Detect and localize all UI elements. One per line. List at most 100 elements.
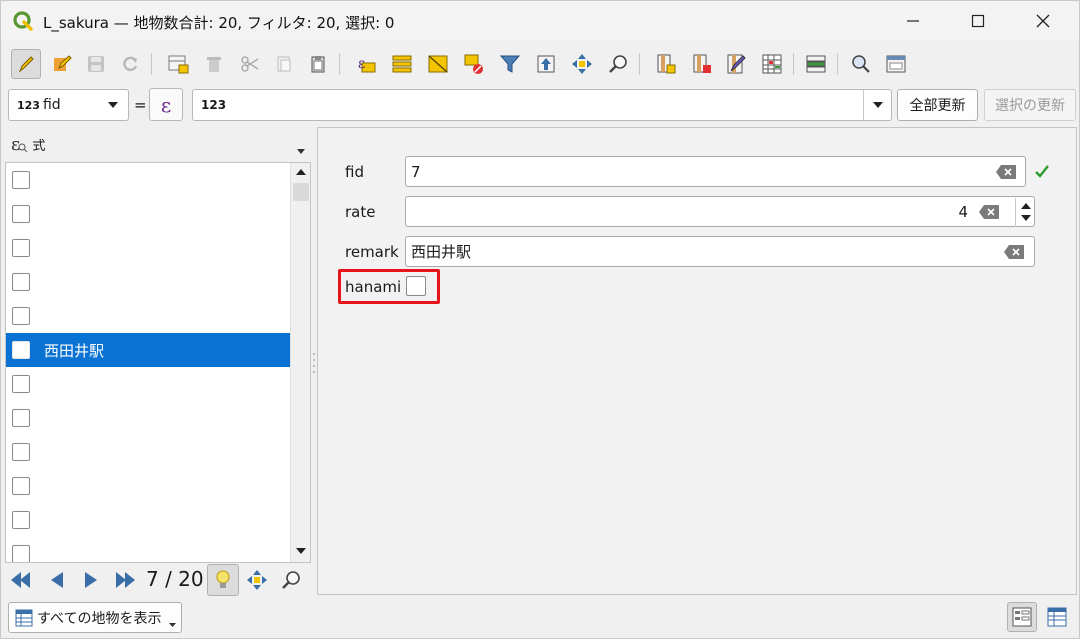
save-edits-button[interactable]: [81, 49, 111, 79]
scroll-up-button[interactable]: [291, 163, 310, 181]
minimize-button[interactable]: [881, 1, 945, 41]
dock-attribute-table-button[interactable]: [881, 49, 911, 79]
svg-text:ε: ε: [358, 56, 365, 72]
zoom-icon: [609, 55, 627, 73]
list-item[interactable]: [6, 197, 290, 231]
select-all-button[interactable]: [387, 49, 417, 79]
table-view-button[interactable]: [1042, 602, 1072, 632]
clear-icon[interactable]: [995, 164, 1017, 180]
list-item-checkbox[interactable]: [12, 205, 30, 223]
table-icon: [15, 609, 33, 627]
highlight-feature-button[interactable]: [207, 564, 239, 596]
feature-list[interactable]: 西田井駅: [5, 162, 311, 563]
chevron-down-icon: [297, 149, 305, 154]
deselect-all-button[interactable]: [459, 49, 489, 79]
list-item-checkbox[interactable]: [12, 171, 30, 189]
field-calculator-icon: [727, 54, 746, 74]
list-item-checkbox[interactable]: [12, 477, 30, 495]
spin-up-icon[interactable]: [1021, 203, 1031, 209]
copy-button[interactable]: [269, 49, 299, 79]
list-item[interactable]: [6, 231, 290, 265]
conditional-formatting-button[interactable]: [757, 49, 787, 79]
field-selector[interactable]: 123 fid: [8, 89, 129, 121]
field-calculator-button[interactable]: [721, 49, 751, 79]
show-features-dropdown[interactable]: すべての地物を表示: [8, 602, 182, 633]
clear-icon[interactable]: [1003, 244, 1025, 260]
invert-selection-button[interactable]: [423, 49, 453, 79]
list-item[interactable]: [6, 265, 290, 299]
new-field-button[interactable]: [651, 49, 681, 79]
feature-counter: 7 / 20: [146, 567, 204, 591]
update-all-button[interactable]: 全部更新: [897, 89, 978, 121]
list-item-checkbox[interactable]: [12, 545, 30, 562]
next-feature-button[interactable]: [77, 566, 105, 594]
field-name: fid: [42, 97, 61, 113]
pan-icon: [572, 54, 592, 74]
zoom-map-to-selection-button[interactable]: [845, 49, 875, 79]
list-item[interactable]: [6, 469, 290, 503]
list-item[interactable]: [6, 163, 290, 197]
reload-button[interactable]: [115, 49, 145, 79]
list-item[interactable]: [6, 367, 290, 401]
table-view-icon: [1047, 607, 1067, 627]
sort-expression-header[interactable]: ε 式: [5, 127, 311, 161]
list-item[interactable]: [6, 503, 290, 537]
list-item-checkbox[interactable]: [12, 511, 30, 529]
actions-button[interactable]: [801, 49, 831, 79]
list-item-checkbox[interactable]: [12, 443, 30, 461]
list-item-checkbox[interactable]: [12, 273, 30, 291]
filter-selected-button[interactable]: [495, 49, 525, 79]
show-features-label: すべての地物を表示: [37, 610, 162, 627]
last-feature-button[interactable]: [111, 566, 139, 594]
maximize-button[interactable]: [946, 1, 1010, 41]
search-map-icon: [852, 55, 870, 73]
close-button[interactable]: [1011, 1, 1075, 41]
splitter-handle[interactable]: [312, 351, 316, 375]
expression-builder-button[interactable]: ε: [149, 88, 183, 121]
operator-label: =: [134, 96, 147, 114]
list-item[interactable]: [6, 435, 290, 469]
delete-field-button[interactable]: [687, 49, 717, 79]
list-item-checkbox[interactable]: [12, 239, 30, 257]
update-selected-button[interactable]: 選択の更新: [984, 89, 1076, 121]
chevron-down-icon: [108, 102, 118, 108]
remark-input[interactable]: 西田井駅: [405, 236, 1035, 267]
list-item-checkbox[interactable]: [12, 307, 30, 325]
list-item[interactable]: [6, 401, 290, 435]
deselect-icon: [464, 54, 483, 74]
delete-feature-button[interactable]: [199, 49, 229, 79]
pan-to-feature-button[interactable]: [243, 566, 271, 594]
list-item-checkbox[interactable]: [12, 409, 30, 427]
pan-to-selection-button[interactable]: [567, 49, 597, 79]
toggle-editing-button[interactable]: [11, 49, 41, 79]
chevron-down-icon: [296, 548, 306, 554]
cut-button[interactable]: [235, 49, 265, 79]
rate-spin-buttons[interactable]: [1015, 198, 1035, 227]
list-scrollbar[interactable]: [290, 163, 310, 562]
hanami-checkbox[interactable]: [406, 276, 426, 296]
fid-input[interactable]: 7: [405, 156, 1026, 187]
rate-input[interactable]: 4: [405, 196, 1035, 227]
clear-icon[interactable]: [978, 204, 1000, 220]
update-value-input[interactable]: 123: [192, 89, 892, 121]
list-item[interactable]: [6, 299, 290, 333]
scroll-down-button[interactable]: [291, 542, 310, 560]
paste-button[interactable]: [303, 49, 333, 79]
maximize-icon: [971, 14, 985, 28]
first-feature-button[interactable]: [7, 566, 35, 594]
multi-edit-button[interactable]: [47, 49, 77, 79]
value-dropdown-button[interactable]: [863, 90, 891, 120]
list-item-checkbox[interactable]: [12, 341, 30, 359]
zoom-to-selection-button[interactable]: [603, 49, 633, 79]
form-view-button[interactable]: [1007, 602, 1037, 632]
select-by-expression-button[interactable]: ε: [351, 49, 381, 79]
list-item[interactable]: [6, 537, 290, 562]
scroll-thumb[interactable]: [293, 183, 309, 201]
add-feature-button[interactable]: [163, 49, 193, 79]
list-item-checkbox[interactable]: [12, 375, 30, 393]
list-item[interactable]: 西田井駅: [6, 333, 290, 367]
move-selection-to-top-button[interactable]: [531, 49, 561, 79]
zoom-to-feature-button[interactable]: [277, 566, 305, 594]
spin-down-icon[interactable]: [1021, 215, 1031, 221]
previous-feature-button[interactable]: [43, 566, 71, 594]
